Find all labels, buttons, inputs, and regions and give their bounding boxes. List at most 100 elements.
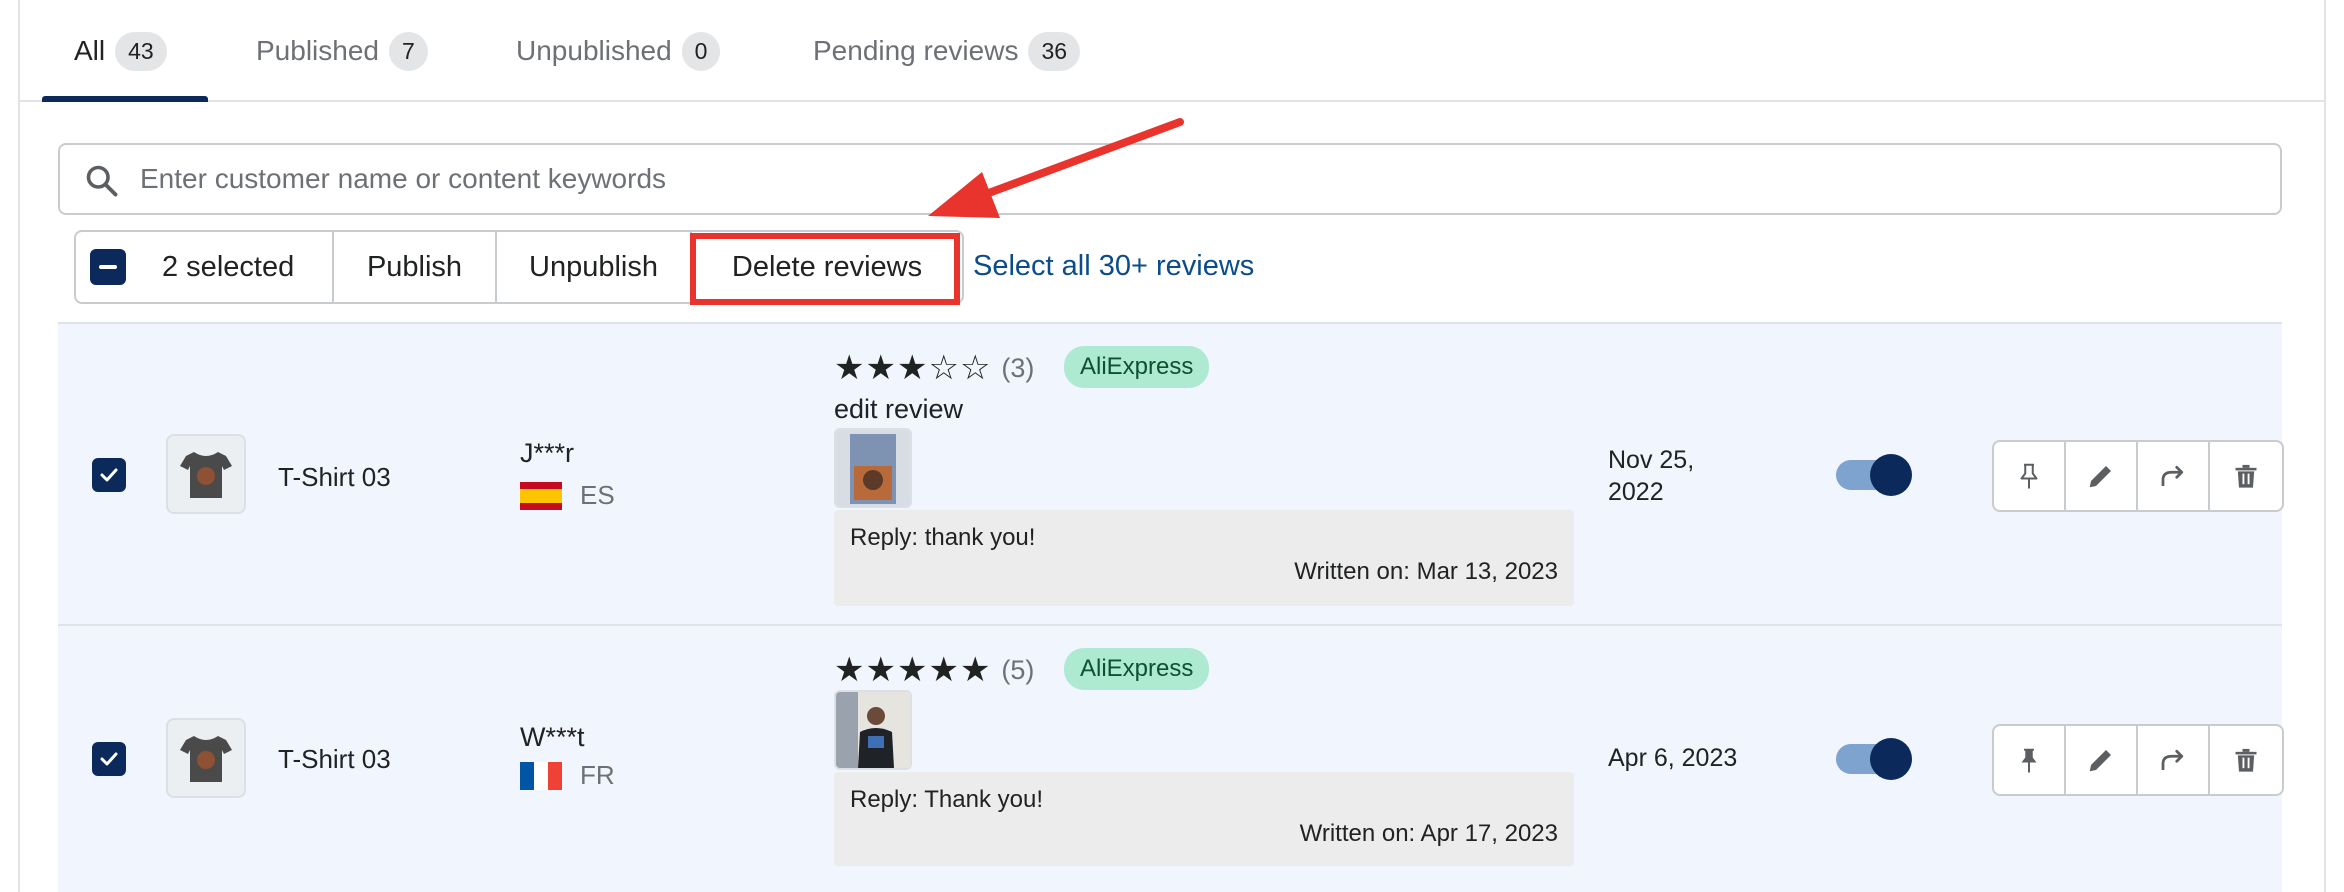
row-checkbox[interactable] <box>92 458 126 492</box>
row-checkbox[interactable] <box>92 742 126 776</box>
trash-icon <box>2235 464 2257 488</box>
country-code: FR <box>580 760 615 790</box>
delete-button[interactable] <box>2210 442 2282 510</box>
tshirt-icon <box>180 736 232 782</box>
tab-pending-reviews[interactable]: Pending reviews 36 <box>813 0 1081 102</box>
star-filled-icon: ★ <box>928 651 960 689</box>
tab-published[interactable]: Published 7 <box>256 0 428 102</box>
reply-box: Reply: thank you! Written on: Mar 13, 20… <box>834 510 1574 606</box>
tab-unpublished[interactable]: Unpublished 0 <box>516 0 721 102</box>
delete-button[interactable] <box>2210 726 2282 794</box>
product-thumbnail <box>166 434 246 514</box>
reply-arrow-icon <box>2161 465 2184 486</box>
customer-country: FR <box>520 760 615 791</box>
publish-button[interactable]: Publish <box>334 232 497 302</box>
bulk-action-bar: 2 selected Publish Unpublish Delete revi… <box>74 230 964 304</box>
star-filled-icon: ★ <box>865 349 897 387</box>
review-row: T-Shirt 03 J***r ES ★ ★ ★ ☆ ☆ (3) AliExp… <box>58 322 2284 624</box>
reply-text: Reply: Thank you! <box>850 786 1043 813</box>
review-image <box>836 430 910 506</box>
bulk-select-toggle[interactable]: 2 selected <box>76 232 334 302</box>
edit-button[interactable] <box>2066 726 2138 794</box>
tab-count: 7 <box>388 31 428 71</box>
pin-button[interactable] <box>1994 726 2066 794</box>
reply-written-date: Written on: Apr 17, 2023 <box>1299 820 1558 847</box>
star-filled-icon: ★ <box>896 651 929 689</box>
product-thumbnail <box>166 718 246 798</box>
reply-button[interactable] <box>2138 726 2210 794</box>
review-date: Apr 6, 2023 <box>1608 742 1737 774</box>
search-bar <box>58 143 2282 215</box>
spain-flag-icon <box>520 481 562 510</box>
star-filled-icon: ★ <box>896 349 929 387</box>
tab-all[interactable]: All 43 <box>74 0 167 102</box>
source-badge: AliExpress <box>1064 346 1210 388</box>
star-empty-icon: ☆ <box>959 349 992 387</box>
review-image <box>836 692 910 768</box>
unpublish-label: Unpublish <box>529 250 658 283</box>
tab-count: 0 <box>681 31 721 71</box>
publish-toggle[interactable] <box>1836 454 1912 496</box>
customer-name: J***r <box>520 438 575 468</box>
reply-written-date: Written on: Mar 13, 2023 <box>1294 558 1558 585</box>
select-all-reviews-link[interactable]: Select all 30+ reviews <box>973 250 1254 283</box>
indeterminate-checkbox[interactable] <box>90 249 126 285</box>
customer-country: ES <box>520 480 615 511</box>
tab-count: 43 <box>115 31 167 71</box>
star-filled-icon: ★ <box>865 651 897 689</box>
product-name: T-Shirt 03 <box>278 744 391 774</box>
publish-toggle[interactable] <box>1836 738 1912 780</box>
star-filled-icon: ★ <box>834 349 866 387</box>
toggle-knob <box>1870 738 1912 780</box>
review-tabs: All 43 Published 7 Unpublished 0 Pending… <box>18 0 2326 102</box>
publish-label: Publish <box>366 250 463 283</box>
row-actions <box>1992 724 2284 796</box>
pin-outline-icon <box>2020 463 2038 489</box>
rating-value: (3) <box>1001 352 1035 383</box>
review-date-line: Apr 6, 2023 <box>1608 744 1738 772</box>
edit-button[interactable] <box>2066 442 2138 510</box>
delete-reviews-label: Delete reviews <box>731 250 923 283</box>
star-empty-icon: ☆ <box>928 349 960 387</box>
country-code: ES <box>580 480 615 510</box>
delete-reviews-button[interactable]: Delete reviews <box>692 232 962 302</box>
checkmark-icon <box>100 752 118 766</box>
pin-button[interactable] <box>1994 442 2066 510</box>
review-photo[interactable] <box>834 428 912 508</box>
review-photo[interactable] <box>834 690 912 770</box>
review-row: T-Shirt 03 W***t FR ★ ★ ★ ★ ★ (5) AliExp… <box>58 624 2284 892</box>
pencil-icon <box>2089 466 2111 488</box>
reply-text: Reply: thank you! <box>850 524 1036 551</box>
france-flag-icon <box>520 761 562 790</box>
rating-value: (5) <box>1001 654 1035 685</box>
trash-icon <box>2235 748 2257 772</box>
row-actions <box>1992 440 2284 512</box>
tab-label: All <box>74 35 106 66</box>
reply-box: Reply: Thank you! Written on: Apr 17, 20… <box>834 772 1574 866</box>
unpublish-button[interactable]: Unpublish <box>497 232 692 302</box>
review-date-line: Nov 25, <box>1608 446 1695 474</box>
star-filled-icon: ★ <box>834 651 866 689</box>
pencil-icon <box>2089 750 2111 772</box>
tab-label: Published <box>256 35 379 66</box>
tab-label: Unpublished <box>516 35 672 66</box>
reply-arrow-icon <box>2161 749 2184 770</box>
product-name: T-Shirt 03 <box>278 462 391 492</box>
star-filled-icon: ★ <box>959 651 992 689</box>
star-rating: ★ ★ ★ ★ ★ (5) <box>834 650 1034 690</box>
pin-filled-icon <box>2021 748 2037 773</box>
search-icon <box>86 165 118 197</box>
toggle-knob <box>1870 454 1912 496</box>
tab-label: Pending reviews <box>813 35 1019 66</box>
star-rating: ★ ★ ★ ☆ ☆ (3) <box>834 348 1034 388</box>
active-tab-indicator <box>42 96 208 102</box>
tab-count: 36 <box>1028 31 1081 71</box>
review-content: edit review <box>834 394 964 424</box>
selected-count-label: 2 selected <box>162 250 295 283</box>
customer-name: W***t <box>520 722 585 752</box>
reply-button[interactable] <box>2138 442 2210 510</box>
review-date-line: 2022 <box>1608 478 1664 506</box>
checkmark-icon <box>100 468 118 482</box>
search-input[interactable] <box>140 159 2240 199</box>
review-date: Nov 25, 2022 <box>1608 444 1694 508</box>
